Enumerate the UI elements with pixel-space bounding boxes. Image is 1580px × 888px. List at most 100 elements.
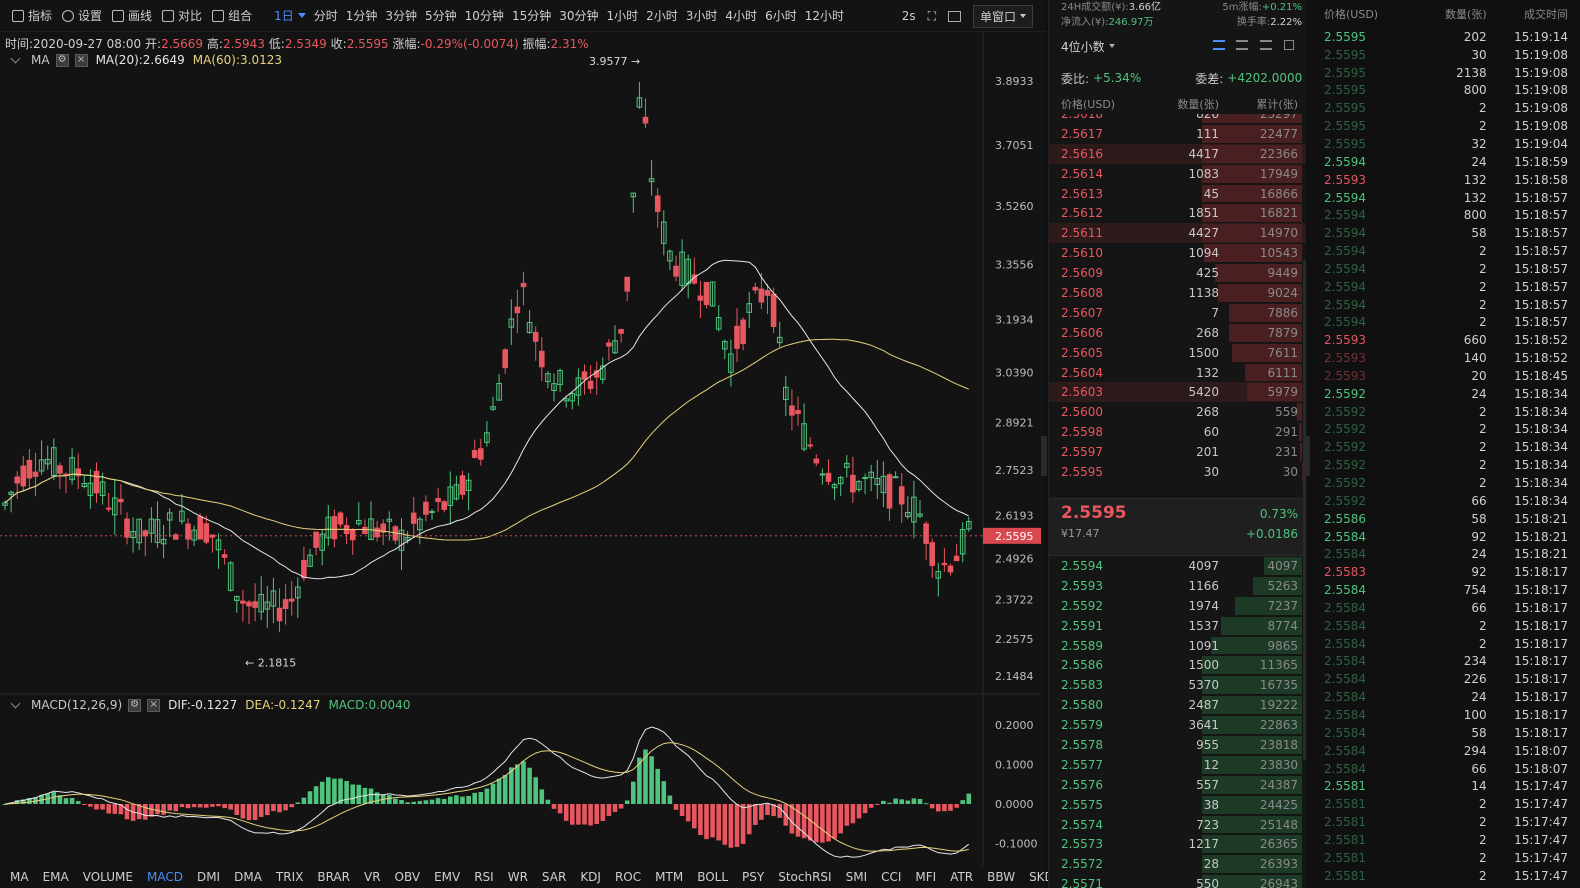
ask-row[interactable]: 2.5597 201 231 xyxy=(1049,442,1306,462)
indicator-tab[interactable]: BBW xyxy=(987,870,1015,884)
indicator-tool-button[interactable]: 指标 xyxy=(12,7,52,24)
indicator-tab[interactable]: RSI xyxy=(474,870,494,884)
bid-row[interactable]: 2.5576 557 24387 xyxy=(1049,775,1306,795)
bid-row[interactable]: 2.5594 4097 4097 xyxy=(1049,556,1306,576)
layout-both-icon[interactable] xyxy=(1212,40,1225,50)
indicator-tab[interactable]: MA xyxy=(10,870,29,884)
interval-tab[interactable]: 3小时 xyxy=(686,7,718,24)
bid-row[interactable]: 2.5591 1537 8774 xyxy=(1049,616,1306,636)
interval-tab[interactable]: 4小时 xyxy=(725,7,757,24)
ask-row[interactable]: 2.5600 268 559 xyxy=(1049,402,1306,422)
layout-asks-icon[interactable] xyxy=(1260,40,1273,50)
indicator-tab[interactable]: DMI xyxy=(197,870,220,884)
interval-tab[interactable]: 6小时 xyxy=(765,7,797,24)
bid-row[interactable]: 2.5593 1166 5263 xyxy=(1049,576,1306,596)
indicator-tab[interactable]: DMA xyxy=(234,870,262,884)
panel-splitter-handle[interactable] xyxy=(1041,436,1047,476)
interval-select-1d[interactable]: 1日 xyxy=(274,7,306,24)
bid-row[interactable]: 2.5571 550 26943 xyxy=(1049,874,1306,888)
ask-row[interactable]: 2.5614 1083 17949 xyxy=(1049,164,1306,184)
indicator-tab[interactable]: ROC xyxy=(615,870,641,884)
interval-tab[interactable]: 1分钟 xyxy=(346,7,378,24)
indicator-tab[interactable]: EMA xyxy=(43,870,69,884)
bid-row[interactable]: 2.5572 28 26393 xyxy=(1049,854,1306,874)
interval-tab[interactable]: 1小时 xyxy=(607,7,639,24)
interval-tab[interactable]: 分时 xyxy=(314,7,338,24)
indicator-tab[interactable]: ATR xyxy=(950,870,973,884)
ask-row[interactable]: 2.5608 1138 9024 xyxy=(1049,283,1306,303)
kline-chart-canvas[interactable]: 3.8933 3.7051 3.5260 3.3556 3.1934 3.0390 2.89… xyxy=(0,0,1045,866)
bid-row[interactable]: 2.5575 38 24425 xyxy=(1049,795,1306,815)
ask-row[interactable]: 2.5610 1094 10543 xyxy=(1049,243,1306,263)
ask-row[interactable]: 2.5606 268 7879 xyxy=(1049,323,1306,343)
indicator-tab[interactable]: MACD xyxy=(147,870,183,884)
bid-row[interactable]: 2.5583 5370 16735 xyxy=(1049,675,1306,695)
trade-price: 2.5584 xyxy=(1324,636,1366,651)
indicator-tab[interactable]: StochRSI xyxy=(778,870,831,884)
ma-close-icon[interactable]: × xyxy=(74,53,88,67)
indicator-tab[interactable]: KDJ xyxy=(580,870,601,884)
collapse-chevron-icon[interactable] xyxy=(10,53,21,63)
ask-row[interactable]: 2.5611 4427 14970 xyxy=(1049,223,1306,244)
indicator-tab[interactable]: VR xyxy=(364,870,381,884)
order-book-scrollbar[interactable] xyxy=(1303,260,1306,760)
macd-settings-icon[interactable]: ⚙ xyxy=(128,698,142,712)
expand-icon[interactable] xyxy=(1284,40,1294,50)
ask-row[interactable]: 2.5612 1851 16821 xyxy=(1049,203,1306,223)
screenshot-icon[interactable] xyxy=(947,10,961,22)
window-mode-select[interactable]: 单窗口 xyxy=(972,4,1033,28)
indicator-tab[interactable]: MFI xyxy=(915,870,936,884)
interval-tab[interactable]: 2小时 xyxy=(646,7,678,24)
indicator-tab[interactable]: BOLL xyxy=(697,870,728,884)
refresh-interval[interactable]: 2s xyxy=(902,9,916,23)
interval-tab[interactable]: 5分钟 xyxy=(425,7,457,24)
indicator-tab[interactable]: BRAR xyxy=(317,870,350,884)
ask-row[interactable]: 2.5616 4417 22366 xyxy=(1049,143,1306,164)
ask-row[interactable]: 2.5598 60 291 xyxy=(1049,422,1306,442)
ask-row[interactable]: 2.5617 111 22477 xyxy=(1049,124,1306,144)
ask-row[interactable]: 2.5605 1500 7611 xyxy=(1049,343,1306,363)
bid-row[interactable]: 2.5589 1091 9865 xyxy=(1049,636,1306,656)
panel-splitter-handle[interactable] xyxy=(1304,436,1310,476)
indicator-tab[interactable]: EMV xyxy=(434,870,460,884)
ask-row[interactable]: 2.5603 5420 5979 xyxy=(1049,382,1306,403)
indicator-tab[interactable]: PSY xyxy=(742,870,764,884)
ask-row[interactable]: 2.5604 132 6111 xyxy=(1049,363,1306,383)
indicator-tab[interactable]: TRIX xyxy=(276,870,303,884)
bid-row[interactable]: 2.5579 3641 22863 xyxy=(1049,715,1306,735)
ask-row[interactable]: 2.5595 30 30 xyxy=(1049,462,1306,482)
combine-tool-button[interactable]: 组合 xyxy=(212,7,252,24)
interval-tab[interactable]: 15分钟 xyxy=(512,7,551,24)
indicator-tab[interactable]: OBV xyxy=(395,870,421,884)
pencil-tool-button[interactable]: 画线 xyxy=(112,7,152,24)
indicator-tab[interactable]: SMI xyxy=(846,870,868,884)
indicator-tab[interactable]: CCI xyxy=(881,870,901,884)
bid-row[interactable]: 2.5578 955 23818 xyxy=(1049,735,1306,755)
bid-row[interactable]: 2.5592 1974 7237 xyxy=(1049,596,1306,616)
ask-row[interactable]: 2.561882623297 xyxy=(1049,114,1306,124)
ma-settings-icon[interactable]: ⚙ xyxy=(55,53,69,67)
bid-row[interactable]: 2.5580 2487 19222 xyxy=(1049,695,1306,715)
indicator-tab[interactable]: SAR xyxy=(542,870,566,884)
indicator-tab[interactable]: WR xyxy=(508,870,528,884)
interval-tab[interactable]: 12小时 xyxy=(805,7,844,24)
gear-tool-button[interactable]: 设置 xyxy=(62,7,102,24)
macd-close-icon[interactable]: × xyxy=(147,698,161,712)
ask-row[interactable]: 2.5613 45 16866 xyxy=(1049,184,1306,204)
interval-tab[interactable]: 30分钟 xyxy=(559,7,598,24)
compare-tool-button[interactable]: 对比 xyxy=(162,7,202,24)
interval-tab[interactable]: 10分钟 xyxy=(465,7,504,24)
bid-row[interactable]: 2.5577 12 23830 xyxy=(1049,755,1306,775)
indicator-tab[interactable]: MTM xyxy=(655,870,683,884)
bid-row[interactable]: 2.5573 1217 26365 xyxy=(1049,834,1306,854)
interval-tab[interactable]: 3分钟 xyxy=(385,7,417,24)
precision-select[interactable]: 4位小数 xyxy=(1061,38,1115,55)
indicator-tab[interactable]: VOLUME xyxy=(83,870,133,884)
ask-row[interactable]: 2.5609 425 9449 xyxy=(1049,263,1306,283)
ask-row[interactable]: 2.5607 7 7886 xyxy=(1049,303,1306,323)
bid-row[interactable]: 2.5586 1500 11365 xyxy=(1049,655,1306,675)
bid-row[interactable]: 2.5574 723 25148 xyxy=(1049,815,1306,835)
layout-bids-icon[interactable] xyxy=(1236,40,1249,50)
fullscreen-icon[interactable]: ⛶ xyxy=(928,9,936,24)
collapse-chevron-icon[interactable] xyxy=(10,698,21,708)
